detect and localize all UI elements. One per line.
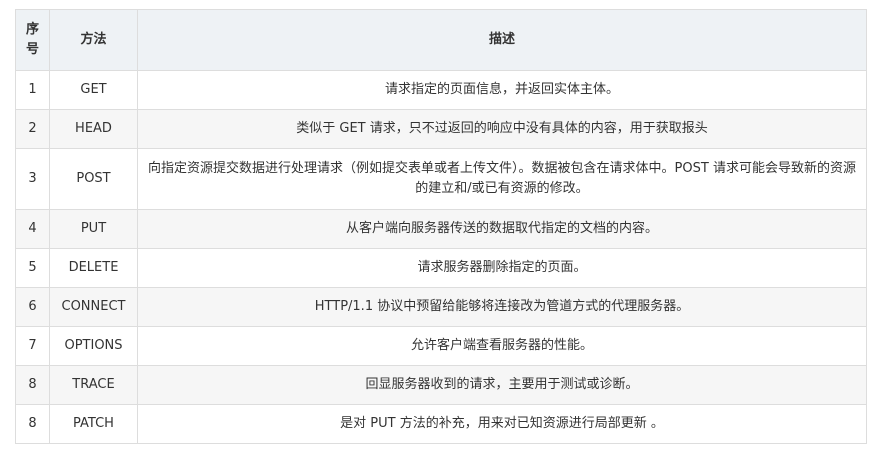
cell-description: 是对 PUT 方法的补充，用来对已知资源进行局部更新 。 xyxy=(137,404,867,444)
cell-description: 允许客户端查看服务器的性能。 xyxy=(137,326,867,366)
table-row: 8 TRACE 回显服务器收到的请求，主要用于测试或诊断。 xyxy=(15,365,867,405)
cell-description: HTTP/1.1 协议中预留给能够将连接改为管道方式的代理服务器。 xyxy=(137,287,867,327)
cell-number: 5 xyxy=(15,248,50,288)
table-row: 5 DELETE 请求服务器删除指定的页面。 xyxy=(15,248,867,288)
table-row: 1 GET 请求指定的页面信息，并返回实体主体。 xyxy=(15,70,867,110)
cell-number: 6 xyxy=(15,287,50,327)
cell-number: 1 xyxy=(15,70,50,110)
cell-method: HEAD xyxy=(49,109,138,149)
header-method: 方法 xyxy=(49,9,138,71)
cell-number: 8 xyxy=(15,365,50,405)
cell-method: TRACE xyxy=(49,365,138,405)
cell-method: OPTIONS xyxy=(49,326,138,366)
table-row: 6 CONNECT HTTP/1.1 协议中预留给能够将连接改为管道方式的代理服… xyxy=(15,287,867,327)
header-row: 序号 方法 描述 xyxy=(15,9,867,71)
cell-number: 4 xyxy=(15,209,50,249)
cell-method: POST xyxy=(49,148,138,210)
table-header: 序号 方法 描述 xyxy=(15,9,867,71)
header-number: 序号 xyxy=(15,9,50,71)
cell-description: 请求指定的页面信息，并返回实体主体。 xyxy=(137,70,867,110)
table-row: 2 HEAD 类似于 GET 请求，只不过返回的响应中没有具体的内容，用于获取报… xyxy=(15,109,867,149)
table-row: 4 PUT 从客户端向服务器传送的数据取代指定的文档的内容。 xyxy=(15,209,867,249)
cell-method: PUT xyxy=(49,209,138,249)
cell-number: 8 xyxy=(15,404,50,444)
cell-method: PATCH xyxy=(49,404,138,444)
cell-number: 7 xyxy=(15,326,50,366)
cell-description: 回显服务器收到的请求，主要用于测试或诊断。 xyxy=(137,365,867,405)
cell-description: 请求服务器删除指定的页面。 xyxy=(137,248,867,288)
table-row: 7 OPTIONS 允许客户端查看服务器的性能。 xyxy=(15,326,867,366)
cell-method: DELETE xyxy=(49,248,138,288)
cell-number: 3 xyxy=(15,148,50,210)
cell-description: 向指定资源提交数据进行处理请求（例如提交表单或者上传文件）。数据被包含在请求体中… xyxy=(137,148,867,210)
table-row: 8 PATCH 是对 PUT 方法的补充，用来对已知资源进行局部更新 。 xyxy=(15,404,867,444)
http-methods-table-wrapper: 序号 方法 描述 1 GET 请求指定的页面信息，并返回实体主体。 2 HEAD… xyxy=(15,9,867,444)
header-description: 描述 xyxy=(137,9,867,71)
http-methods-table: 序号 方法 描述 1 GET 请求指定的页面信息，并返回实体主体。 2 HEAD… xyxy=(15,9,867,444)
table-body: 1 GET 请求指定的页面信息，并返回实体主体。 2 HEAD 类似于 GET … xyxy=(15,70,867,444)
cell-number: 2 xyxy=(15,109,50,149)
cell-method: GET xyxy=(49,70,138,110)
cell-description: 从客户端向服务器传送的数据取代指定的文档的内容。 xyxy=(137,209,867,249)
cell-method: CONNECT xyxy=(49,287,138,327)
table-row: 3 POST 向指定资源提交数据进行处理请求（例如提交表单或者上传文件）。数据被… xyxy=(15,148,867,210)
cell-description: 类似于 GET 请求，只不过返回的响应中没有具体的内容，用于获取报头 xyxy=(137,109,867,149)
